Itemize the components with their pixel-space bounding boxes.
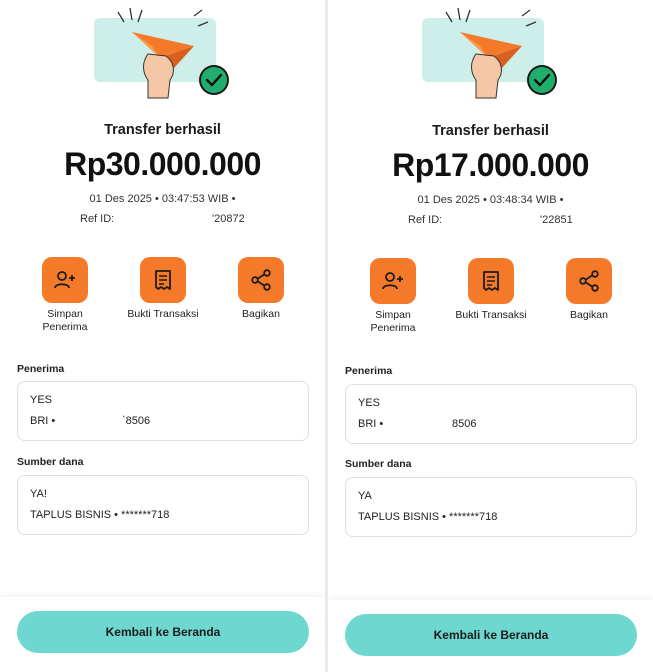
back-to-home-button[interactable]: Kembali ke Beranda bbox=[345, 614, 637, 656]
action-row: Simpan Penerima Bukti Transaksi Bagikan bbox=[328, 258, 653, 338]
transfer-receipt-screen-2: Transfer berhasil Rp17.000.000 01 Des 20… bbox=[328, 0, 653, 672]
recipient-account-suffix: `8506 bbox=[122, 415, 151, 427]
source-card: YA TAPLUS BISNIS • *******718 bbox=[345, 477, 637, 537]
recipient-card: YES BRI • 8506 bbox=[345, 384, 637, 444]
source-name: YA! bbox=[30, 488, 47, 500]
share-icon bbox=[579, 270, 599, 292]
success-illustration bbox=[422, 7, 557, 99]
status-title: Transfer berhasil bbox=[104, 122, 221, 138]
transaction-proof-button[interactable]: Bukti Transaksi bbox=[118, 257, 208, 321]
transaction-proof-icon-button[interactable] bbox=[140, 257, 186, 303]
recipient-name: YES bbox=[30, 394, 53, 406]
receipt-icon bbox=[483, 271, 499, 291]
save-recipient-button[interactable]: Simpan Penerima bbox=[20, 257, 110, 334]
recipient-bank: BRI • bbox=[358, 418, 384, 430]
share-icon-button[interactable] bbox=[566, 258, 612, 304]
save-recipient-label: Simpan Penerima bbox=[370, 309, 416, 334]
share-icon bbox=[251, 269, 271, 291]
save-recipient-icon-button[interactable] bbox=[370, 258, 416, 304]
ref-id-label: Ref ID: bbox=[80, 213, 115, 225]
add-person-icon bbox=[382, 272, 403, 290]
ref-id-value: '20872 bbox=[212, 213, 245, 225]
share-button[interactable]: Bagikan bbox=[216, 257, 306, 321]
transfer-amount: Rp17.000.000 bbox=[392, 147, 589, 183]
transaction-proof-icon-button[interactable] bbox=[468, 258, 514, 304]
recipient-bank: BRI • bbox=[30, 415, 56, 427]
recipient-account-suffix: 8506 bbox=[452, 418, 477, 430]
transfer-datetime: 01 Des 2025 • 03:47:53 WIB • bbox=[89, 193, 236, 205]
source-section-label: Sumber dana bbox=[17, 456, 84, 468]
ref-id-value: '22851 bbox=[540, 214, 573, 226]
share-button[interactable]: Bagikan bbox=[544, 258, 634, 322]
ref-id-label: Ref ID: bbox=[408, 214, 443, 226]
transaction-proof-label: Bukti Transaksi bbox=[455, 309, 527, 321]
share-icon-button[interactable] bbox=[238, 257, 284, 303]
receipt-icon bbox=[155, 270, 171, 290]
action-row: Simpan Penerima Bukti Transaksi Bagikan bbox=[0, 257, 325, 337]
bottom-bar: Kembali ke Beranda bbox=[0, 597, 325, 672]
save-recipient-button[interactable]: Simpan Penerima bbox=[348, 258, 438, 335]
status-title: Transfer berhasil bbox=[432, 123, 549, 139]
recipient-section-label: Penerima bbox=[345, 365, 393, 377]
transaction-proof-button[interactable]: Bukti Transaksi bbox=[446, 258, 536, 322]
save-recipient-icon-button[interactable] bbox=[42, 257, 88, 303]
source-account: TAPLUS BISNIS • *******718 bbox=[358, 511, 498, 523]
bottom-bar: Kembali ke Beranda bbox=[328, 600, 653, 672]
recipient-card: YES BRI • `8506 bbox=[17, 381, 309, 441]
add-person-icon bbox=[54, 271, 75, 289]
transfer-datetime: 01 Des 2025 • 03:48:34 WIB • bbox=[417, 194, 564, 206]
source-card: YA! TAPLUS BISNIS • *******718 bbox=[17, 475, 309, 535]
success-illustration bbox=[94, 7, 229, 99]
source-account: TAPLUS BISNIS • *******718 bbox=[30, 509, 170, 521]
back-to-home-button[interactable]: Kembali ke Beranda bbox=[17, 611, 309, 653]
recipient-name: YES bbox=[358, 397, 381, 409]
save-recipient-label: Simpan Penerima bbox=[42, 308, 88, 333]
transfer-amount: Rp30.000.000 bbox=[64, 146, 261, 182]
transfer-receipt-screen-1: Transfer berhasil Rp30.000.000 01 Des 20… bbox=[0, 0, 325, 672]
transaction-proof-label: Bukti Transaksi bbox=[127, 308, 199, 320]
share-label: Bagikan bbox=[570, 309, 608, 321]
recipient-section-label: Penerima bbox=[17, 363, 65, 375]
source-section-label: Sumber dana bbox=[345, 458, 412, 470]
source-name: YA bbox=[358, 490, 372, 502]
share-label: Bagikan bbox=[242, 308, 280, 320]
